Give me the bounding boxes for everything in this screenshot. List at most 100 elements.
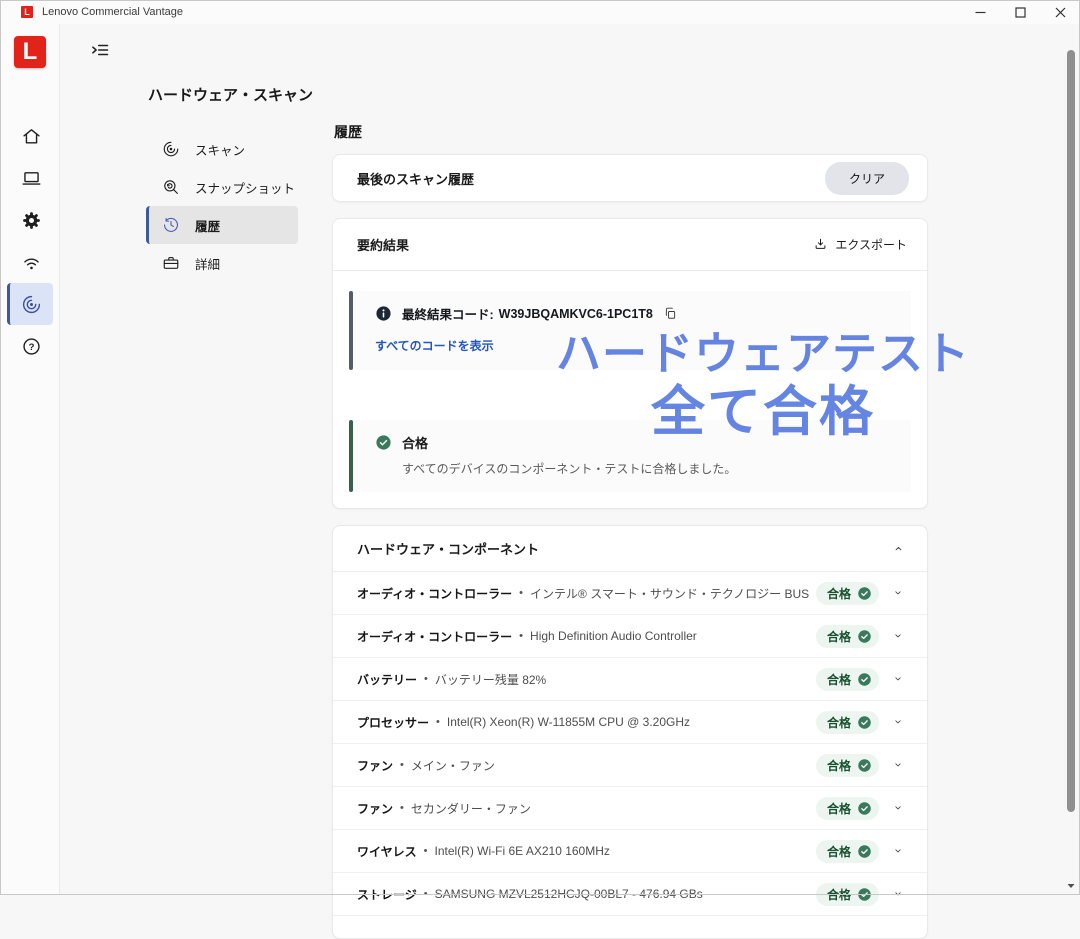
wifi-icon <box>21 252 42 273</box>
sidebar-item-help[interactable]: ? <box>7 325 53 367</box>
component-row-audio-2[interactable]: オーディオ・コントローラー • High Definition Audio Co… <box>333 615 927 658</box>
component-row-wireless[interactable]: ワイヤレス • Intel(R) Wi-Fi 6E AX210 160MHz 合… <box>333 830 927 873</box>
scroll-down-button[interactable] <box>1066 879 1076 889</box>
summary-gap <box>333 370 927 400</box>
sidebar-item-home[interactable] <box>7 115 53 157</box>
check-circle-icon <box>857 629 872 644</box>
sidebar-item-device[interactable] <box>7 157 53 199</box>
laptop-icon <box>21 168 42 189</box>
pass-description: すべてのデバイスのコンポーネント・テストに合格しました。 <box>402 460 736 477</box>
sidebar-nav: ? <box>7 115 53 367</box>
chevron-down-icon <box>892 716 904 728</box>
collapse-components-button[interactable] <box>883 534 913 564</box>
help-icon: ? <box>21 336 42 357</box>
sidebar-item-hardware-scan[interactable] <box>7 283 53 325</box>
component-name: ワイヤレス <box>357 843 417 860</box>
check-circle-icon <box>375 434 392 451</box>
chevron-up-icon <box>892 542 905 555</box>
maximize-button[interactable] <box>1000 0 1040 24</box>
separator-dot: • <box>400 802 404 814</box>
status-badge: 合格 <box>816 797 879 820</box>
check-circle-icon <box>857 801 872 816</box>
copy-code-button[interactable] <box>663 306 678 321</box>
gear-icon <box>21 210 42 231</box>
pass-result-block: 合格 すべてのデバイスのコンポーネント・テストに合格しました。 <box>349 420 911 492</box>
separator-dot: • <box>519 630 523 642</box>
components-card: ハードウェア・コンポーネント オーディオ・コントローラー • インテル® スマー… <box>332 525 928 939</box>
close-button[interactable] <box>1040 0 1080 24</box>
component-row-fan-secondary[interactable]: ファン • セカンダリー・ファン 合格 <box>333 787 927 830</box>
scroll-down-arrow-icon <box>1066 881 1076 891</box>
separator-dot: • <box>424 845 428 857</box>
result-code-value: W39JBQAMKVC6-1PC1T8 <box>499 307 653 321</box>
export-button[interactable]: エクスポート <box>813 236 907 253</box>
home-icon <box>21 126 42 147</box>
component-row-fan-main[interactable]: ファン • メイン・ファン 合格 <box>333 744 927 787</box>
sidebar-item-wifi-security[interactable] <box>7 241 53 283</box>
status-badge: 合格 <box>816 582 879 605</box>
subnav-item-details[interactable]: 詳細 <box>146 244 298 282</box>
expand-row-button[interactable] <box>883 750 913 780</box>
status-label: 合格 <box>827 628 851 645</box>
status-badge: 合格 <box>816 625 879 648</box>
expand-row-button[interactable] <box>883 578 913 608</box>
result-code-label: 最終結果コード: <box>402 304 494 323</box>
sidebar-item-settings[interactable] <box>7 199 53 241</box>
component-name: ファン <box>357 757 393 774</box>
component-description: Intel(R) Wi-Fi 6E AX210 160MHz <box>435 844 610 858</box>
check-circle-icon <box>857 672 872 687</box>
collapse-menu-button[interactable] <box>88 40 112 62</box>
status-label: 合格 <box>827 843 851 860</box>
vertical-scrollbar <box>1064 24 1078 895</box>
expand-row-button[interactable] <box>883 621 913 651</box>
status-label: 合格 <box>827 757 851 774</box>
chevron-down-icon <box>892 630 904 642</box>
status-badge: 合格 <box>816 883 879 906</box>
status-label: 合格 <box>827 671 851 688</box>
result-code-block: 最終結果コード: W39JBQAMKVC6-1PC1T8 すべてのコードを表示 <box>349 291 911 370</box>
summary-card-header: 要約結果 エクスポート <box>333 219 927 271</box>
subnav-label-history: 履歴 <box>195 216 220 235</box>
chevron-down-icon <box>892 802 904 814</box>
subnav-item-snapshot[interactable]: スナップショット <box>146 168 298 206</box>
subnav-label-snapshot: スナップショット <box>195 178 295 197</box>
component-row-battery[interactable]: バッテリー • バッテリー残量 82% 合格 <box>333 658 927 701</box>
check-circle-icon <box>857 715 872 730</box>
svg-text:?: ? <box>29 342 35 353</box>
page-title: ハードウェア・スキャン <box>148 84 313 105</box>
status-badge: 合格 <box>816 668 879 691</box>
component-description: High Definition Audio Controller <box>530 629 697 643</box>
chevron-down-icon <box>892 673 904 685</box>
component-description: セカンダリー・ファン <box>411 800 531 817</box>
sidebar: L <box>0 24 60 895</box>
hardware-scan-icon <box>21 294 42 315</box>
chevron-down-icon <box>892 845 904 857</box>
separator-dot: • <box>424 888 428 900</box>
expand-row-button[interactable] <box>883 836 913 866</box>
clear-button[interactable]: クリア <box>825 162 909 195</box>
expand-row-button[interactable] <box>883 664 913 694</box>
separator-dot: • <box>436 716 440 728</box>
pass-title: 合格 <box>402 433 428 452</box>
snapshot-icon <box>162 178 180 196</box>
menu-collapse-icon <box>89 40 111 60</box>
check-circle-icon <box>857 844 872 859</box>
subnav-item-scan[interactable]: スキャン <box>146 130 298 168</box>
component-description: メイン・ファン <box>411 757 495 774</box>
show-all-codes-link[interactable]: すべてのコードを表示 <box>375 337 494 354</box>
subnav-item-history[interactable]: 履歴 <box>146 206 298 244</box>
history-icon <box>162 216 180 234</box>
expand-row-button[interactable] <box>883 707 913 737</box>
component-row-audio-1[interactable]: オーディオ・コントローラー • インテル® スマート・サウンド・テクノロジー B… <box>333 572 927 615</box>
minimize-button[interactable] <box>960 0 1000 24</box>
component-description: バッテリー残量 82% <box>435 671 546 688</box>
component-row-processor[interactable]: プロセッサー • Intel(R) Xeon(R) W-11855M CPU @… <box>333 701 927 744</box>
expand-row-button[interactable] <box>883 879 913 909</box>
component-description: SAMSUNG MZVL2512HCJQ-00BL7 - 476.94 GBs <box>435 887 703 901</box>
expand-row-button[interactable] <box>883 793 913 823</box>
scan-subnav: スキャン スナップショット 履歴 詳細 <box>146 130 298 282</box>
main-content: 履歴 最後のスキャン履歴 クリア 要約結果 エクスポート <box>332 122 928 939</box>
component-description: インテル® スマート・サウンド・テクノロジー BUS <box>530 585 809 602</box>
chevron-down-icon <box>892 888 904 900</box>
scrollbar-thumb[interactable] <box>1067 50 1075 812</box>
